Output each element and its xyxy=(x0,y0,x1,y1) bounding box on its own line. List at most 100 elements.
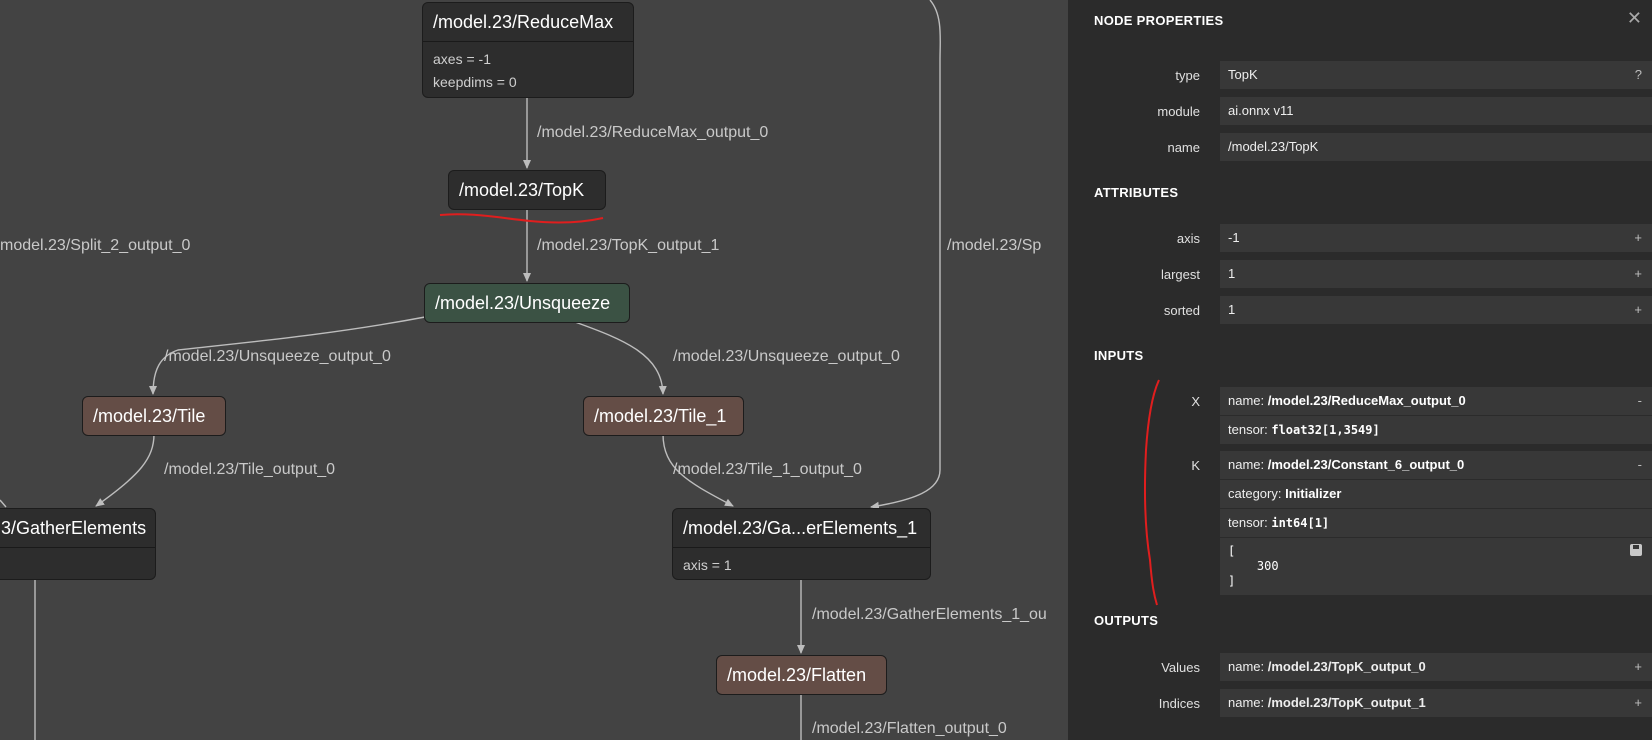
expand-plus-icon[interactable]: + xyxy=(1634,653,1642,681)
node-unsqueeze[interactable]: /model.23/Unsqueeze xyxy=(424,283,630,323)
expand-plus-icon[interactable]: + xyxy=(1634,224,1642,252)
input-box-k[interactable]: name: /model.23/Constant_6_output_0 - ca… xyxy=(1220,451,1652,595)
input-k-category: Initializer xyxy=(1285,486,1342,501)
input-label-x: X xyxy=(1191,394,1200,409)
edge-label-split-right: /model.23/Sp xyxy=(947,237,1042,254)
edge-label-unsqueeze-right: /model.23/Unsqueeze_output_0 xyxy=(673,348,900,365)
expand-plus-icon[interactable]: + xyxy=(1634,296,1642,324)
edge-label-reducemax-out: /model.23/ReduceMax_output_0 xyxy=(537,124,769,141)
node-attr: axes = -1 xyxy=(433,51,491,67)
graph-edges xyxy=(0,0,941,740)
section-outputs: OUTPUTS xyxy=(1094,613,1159,628)
output-field-indices[interactable]: name: /model.23/TopK_output_1 + xyxy=(1220,689,1652,717)
property-value-name: /model.23/TopK xyxy=(1228,139,1319,154)
collapse-minus-icon[interactable]: - xyxy=(1638,387,1642,415)
attribute-field-largest[interactable]: 1 + xyxy=(1220,260,1652,288)
edge-label-topk-out1: /model.23/TopK_output_1 xyxy=(537,237,720,254)
attribute-value-largest: 1 xyxy=(1228,266,1236,281)
node-gather1[interactable]: /model.23/Ga...erElements_1 axis = 1 xyxy=(672,508,931,580)
node-properties-panel: NODE PROPERTIES ✕ type TopK ? module ai.… xyxy=(1068,0,1652,740)
input-k-name: /model.23/Constant_6_output_0 xyxy=(1267,457,1465,472)
property-label-module: module xyxy=(1157,104,1200,119)
attribute-value-sorted: 1 xyxy=(1228,302,1236,317)
node-reducemax-title: /model.23/ReduceMax xyxy=(433,12,614,32)
property-value-type: TopK xyxy=(1228,67,1258,82)
input-label-k: K xyxy=(1191,458,1200,473)
output-values-name: /model.23/TopK_output_0 xyxy=(1267,659,1426,674)
property-label-type: type xyxy=(1175,68,1200,83)
input-x-tensor-line: tensor: float32[1,3549] xyxy=(1220,416,1652,444)
node-topk[interactable]: /model.23/TopK xyxy=(448,170,606,210)
input-k-name-line: name: /model.23/Constant_6_output_0 - xyxy=(1220,451,1652,480)
node-flatten[interactable]: /model.23/Flatten xyxy=(716,655,887,695)
property-field-module: ai.onnx v11 xyxy=(1220,97,1652,125)
edge-label-flatten-out: /model.23/Flatten_output_0 xyxy=(812,720,1007,737)
attribute-label-axis: axis xyxy=(1176,231,1200,246)
edge-label-unsqueeze-left: /model.23/Unsqueeze_output_0 xyxy=(164,348,391,365)
output-indices-name: /model.23/TopK_output_1 xyxy=(1267,695,1426,710)
category-prefix: category: xyxy=(1228,486,1286,501)
name-prefix: name: xyxy=(1228,695,1268,710)
section-inputs: INPUTS xyxy=(1094,348,1144,363)
value-line: 300 xyxy=(1228,559,1279,573)
annotation-underline xyxy=(439,213,604,224)
section-attributes: ATTRIBUTES xyxy=(1094,185,1179,200)
name-prefix: name: xyxy=(1228,659,1268,674)
edge-unsqueeze-tile1 xyxy=(574,321,667,395)
node-flatten-title: /model.23/Flatten xyxy=(727,665,867,685)
name-prefix: name: xyxy=(1228,457,1268,472)
attribute-field-sorted[interactable]: 1 + xyxy=(1220,296,1652,324)
close-icon[interactable]: ✕ xyxy=(1627,8,1642,29)
expand-plus-icon[interactable]: + xyxy=(1634,260,1642,288)
attribute-label-largest: largest xyxy=(1160,267,1200,282)
edge-label-split2-out: model.23/Split_2_output_0 xyxy=(0,237,191,254)
tensor-prefix: tensor: xyxy=(1228,422,1272,437)
property-field-name: /model.23/TopK xyxy=(1220,133,1652,161)
output-field-values[interactable]: name: /model.23/TopK_output_0 + xyxy=(1220,653,1652,681)
edge-gather-left xyxy=(0,499,7,508)
property-value-module: ai.onnx v11 xyxy=(1228,103,1294,118)
node-gather[interactable]: 3/GatherElements xyxy=(0,508,156,580)
property-label-name: name xyxy=(1167,140,1200,155)
help-icon[interactable]: ? xyxy=(1635,61,1642,89)
panel-title: NODE PROPERTIES xyxy=(1094,13,1224,28)
attribute-label-sorted: sorted xyxy=(1163,303,1200,318)
edge-label-tile1-out: /model.23/Tile_1_output_0 xyxy=(673,461,862,478)
edge-label-tile-out: /model.23/Tile_output_0 xyxy=(164,461,336,478)
node-reducemax[interactable]: /model.23/ReduceMax axes = -1 keepdims =… xyxy=(422,2,634,98)
node-tile[interactable]: /model.23/Tile xyxy=(82,396,226,436)
edge-tile-gather xyxy=(95,433,155,507)
input-x-tensor: float32[1,3549] xyxy=(1271,423,1380,437)
input-k-value: [ 300 ] xyxy=(1220,538,1652,595)
node-tile-title: /model.23/Tile xyxy=(93,406,206,426)
node-unsqueeze-title: /model.23/Unsqueeze xyxy=(435,293,611,313)
property-field-type[interactable]: TopK ? xyxy=(1220,61,1652,89)
input-x-name-line: name: /model.23/ReduceMax_output_0 - xyxy=(1220,387,1652,416)
input-k-tensor: int64[1] xyxy=(1271,516,1330,530)
save-icon[interactable] xyxy=(1630,544,1642,556)
input-k-category-line: category: Initializer xyxy=(1220,480,1652,509)
attribute-field-axis[interactable]: -1 + xyxy=(1220,224,1652,252)
name-prefix: name: xyxy=(1228,393,1268,408)
collapse-minus-icon[interactable]: - xyxy=(1638,451,1642,479)
input-box-x[interactable]: name: /model.23/ReduceMax_output_0 - ten… xyxy=(1220,387,1652,444)
edge-label-gather1-out: /model.23/GatherElements_1_ou xyxy=(812,606,1047,623)
node-attr: axis = 1 xyxy=(683,557,732,573)
node-reducemax-attrs: axes = -1 keepdims = 0 xyxy=(423,41,633,97)
graph-canvas[interactable]: /model.23/ReduceMax axes = -1 keepdims =… xyxy=(0,0,1068,740)
value-line: ] xyxy=(1228,574,1236,588)
input-k-tensor-line: tensor: int64[1] xyxy=(1220,509,1652,538)
expand-plus-icon[interactable]: + xyxy=(1634,689,1642,717)
node-gather-attrs xyxy=(0,547,155,560)
node-attr: keepdims = 0 xyxy=(433,74,517,90)
node-tile1[interactable]: /model.23/Tile_1 xyxy=(583,396,744,436)
input-x-name: /model.23/ReduceMax_output_0 xyxy=(1267,393,1466,408)
output-label-indices: Indices xyxy=(1158,696,1200,711)
attribute-value-axis: -1 xyxy=(1228,230,1240,245)
edge-split-gather1 xyxy=(870,0,941,510)
value-line: [ xyxy=(1228,544,1236,558)
output-label-values: Values xyxy=(1161,660,1200,675)
node-gather-title: 3/GatherElements xyxy=(1,518,147,538)
node-topk-title: /model.23/TopK xyxy=(459,180,585,200)
node-gather1-attrs: axis = 1 xyxy=(673,547,930,579)
